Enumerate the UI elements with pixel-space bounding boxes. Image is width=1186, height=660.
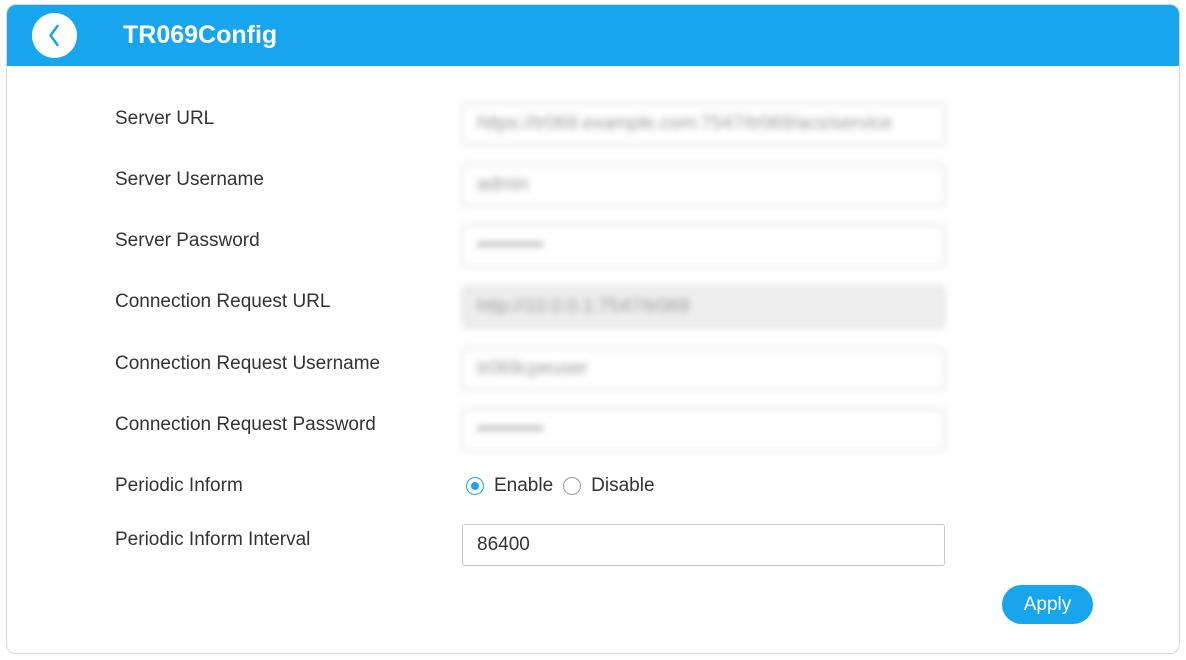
periodic-inform-label: Periodic Inform	[115, 475, 243, 496]
server-username-input[interactable]	[462, 164, 945, 206]
connection-request-username-label: Connection Request Username	[115, 353, 381, 374]
connection-request-password-input[interactable]	[462, 409, 945, 451]
server-username-label: Server Username	[115, 169, 264, 190]
server-url-label: Server URL	[115, 108, 215, 129]
periodic-inform-interval-label: Periodic Inform Interval	[115, 529, 311, 550]
back-button[interactable]	[32, 13, 77, 58]
enable-radio-label[interactable]: Enable	[494, 475, 553, 497]
server-url-input[interactable]	[462, 103, 945, 145]
periodic-inform-radio-group: Enable Disable	[466, 471, 665, 501]
enable-radio[interactable]	[466, 477, 484, 495]
page-title: TR069Config	[123, 21, 278, 49]
connection-request-url-input	[462, 286, 945, 328]
chevron-left-icon	[49, 24, 59, 47]
tr069-config-panel: TR069Config Server URL Server Username S…	[6, 4, 1180, 654]
header-bar: TR069Config	[7, 5, 1179, 66]
connection-request-username-input[interactable]	[462, 348, 945, 390]
connection-request-url-label: Connection Request URL	[115, 291, 331, 312]
connection-request-password-label: Connection Request Password	[115, 414, 376, 435]
server-password-label: Server Password	[115, 230, 260, 251]
periodic-inform-interval-input[interactable]	[462, 524, 945, 566]
server-password-input[interactable]	[462, 225, 945, 267]
disable-radio[interactable]	[563, 477, 582, 495]
disable-radio-label[interactable]: Disable	[591, 475, 654, 497]
apply-button[interactable]: Apply	[1002, 585, 1093, 624]
